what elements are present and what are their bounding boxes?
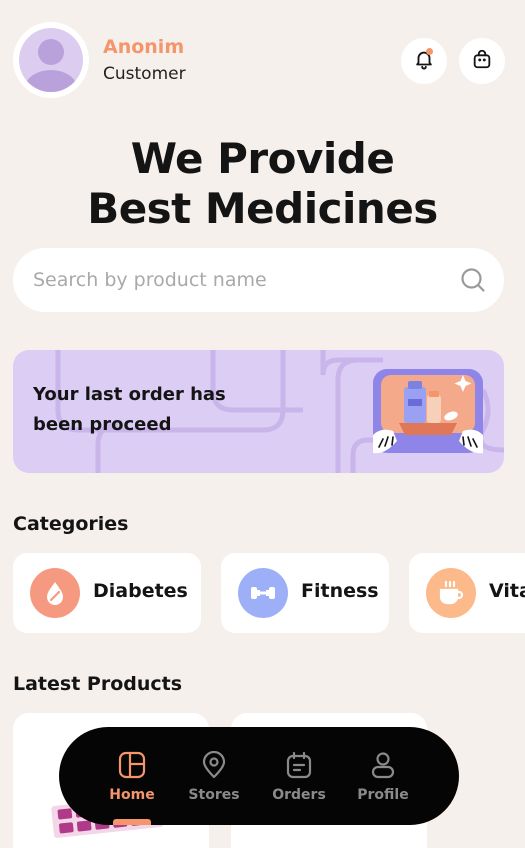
header: Anonim Customer [13, 22, 505, 98]
category-label: Diabetes [93, 580, 188, 602]
notification-dot [426, 48, 433, 55]
hero-line-2: Best Medicines [87, 184, 438, 233]
search-bar[interactable] [13, 248, 504, 312]
dumbbell-icon [238, 568, 288, 618]
nav-stores[interactable]: Stores [179, 727, 249, 825]
search-icon[interactable] [460, 267, 486, 293]
categories-list: Diabetes Fitness Vitamins [13, 553, 525, 633]
latest-products-title: Latest Products [13, 673, 183, 695]
cart-button[interactable] [459, 38, 505, 84]
user-icon [369, 751, 397, 779]
clipboard-icon [285, 751, 313, 779]
nav-label: Orders [272, 787, 326, 803]
notification-button[interactable] [401, 38, 447, 84]
nav-home[interactable]: Home [97, 727, 167, 825]
bottom-navigation: Home Stores Orders Profile [59, 727, 459, 825]
medicine-box-illustration [373, 369, 483, 454]
order-status-banner[interactable]: Your last order has been proceed [13, 350, 504, 473]
user-name: Anonim [103, 36, 185, 58]
hero-title: We Provide Best Medicines [0, 134, 525, 234]
categories-title: Categories [13, 513, 129, 535]
shopping-bag-icon [471, 48, 493, 74]
grid-home-icon [118, 751, 146, 779]
search-input[interactable] [33, 269, 433, 291]
nav-orders[interactable]: Orders [264, 727, 334, 825]
category-diabetes[interactable]: Diabetes [13, 553, 201, 633]
category-fitness[interactable]: Fitness [221, 553, 389, 633]
user-role: Customer [103, 64, 186, 84]
nav-label: Profile [357, 787, 409, 803]
avatar-image [19, 28, 83, 92]
nav-profile[interactable]: Profile [348, 727, 418, 825]
hero-line-1: We Provide [130, 134, 395, 183]
nav-label: Stores [188, 787, 240, 803]
blood-drop-icon [30, 568, 80, 618]
avatar[interactable] [13, 22, 89, 98]
nav-label: Home [109, 787, 155, 803]
category-label: Vitamins [489, 580, 525, 602]
cup-icon [426, 568, 476, 618]
category-label: Fitness [301, 580, 379, 602]
nav-active-indicator [113, 819, 151, 825]
banner-text: Your last order has been proceed [33, 384, 226, 435]
category-vitamins[interactable]: Vitamins [409, 553, 525, 633]
location-pin-icon [200, 750, 228, 779]
